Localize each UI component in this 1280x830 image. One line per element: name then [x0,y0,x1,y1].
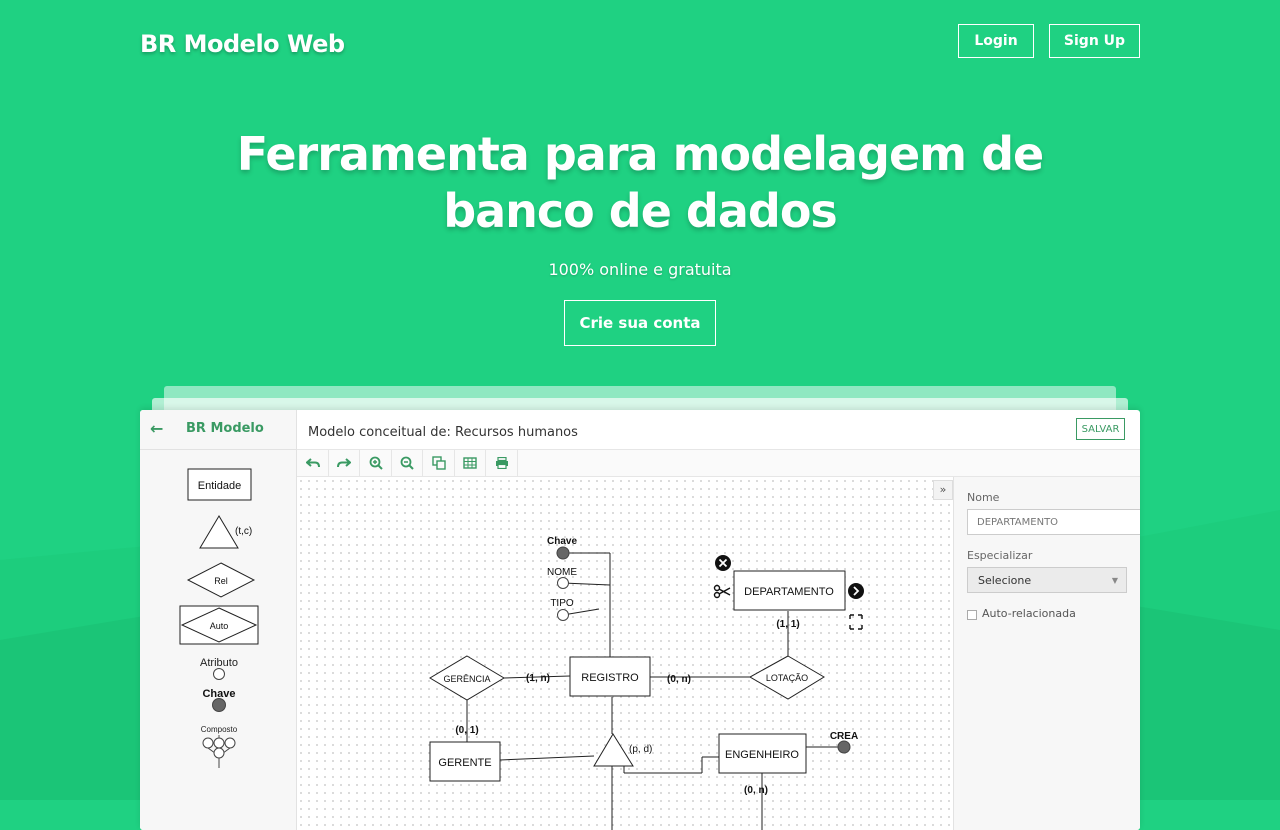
specialize-select-value: Selecione [978,574,1032,587]
zoom-out-icon [400,456,414,470]
save-button[interactable]: SALVAR [1076,418,1125,440]
copy-button[interactable] [423,450,455,476]
palette-relationship[interactable]: Rel [186,562,256,598]
attribute-nome-label: NOME [547,567,577,578]
connect-arrow-icon[interactable] [848,583,864,599]
specialize-label: Especializar [967,549,1033,562]
attribute-tipo-label: TIPO [550,598,574,609]
attribute-crea[interactable]: CREA [830,731,858,754]
diagram-canvas[interactable]: Chave NOME TIPO REGISTRO DEPARTAMENTO GE… [297,477,953,830]
editor-toolbar [297,450,1140,477]
palette-auto-label: Auto [210,621,229,631]
entity-gerente[interactable]: GERENTE [429,741,501,782]
redo-button[interactable] [328,450,360,476]
table-icon [462,457,477,469]
element-palette: Entidade (t,c) Rel Auto Atributo Chave C… [179,468,259,768]
relationship-gerencia-label: GERÊNCIA [443,674,490,684]
attribute-key[interactable]: Chave [547,536,577,560]
relationship-lotacao[interactable]: LOTAÇÃO [748,655,825,700]
scissors-icon[interactable] [713,584,731,599]
print-icon [495,457,508,469]
double-chevron-right-icon: » [939,483,947,496]
entity-gerente-label: GERENTE [438,757,491,769]
print-button[interactable] [486,450,518,476]
chevron-down-icon: ▼ [1111,576,1118,585]
properties-panel: Nome Especializar Selecione ▼ Auto-relac… [953,477,1140,830]
entity-engenheiro[interactable]: ENGENHEIRO [718,733,807,774]
palette-entity-label: Entidade [198,480,241,492]
palette-specialization-label: (t,c) [235,526,252,537]
cardinality-registro-gerencia: (1, n) [526,673,550,684]
relationship-gerencia[interactable]: GERÊNCIA [429,655,505,701]
palette-composite-attribute[interactable]: Composto [201,725,238,768]
cardinality-engenheiro: (0, n) [744,785,768,796]
create-account-button[interactable]: Crie sua conta [564,300,716,346]
hero-title: Ferramenta para modelagem de banco de da… [0,126,1280,240]
specialization-label: (p, d) [629,744,652,755]
entity-registro-label: REGISTRO [581,672,639,684]
undo-button[interactable] [297,450,329,476]
relationship-lotacao-label: LOTAÇÃO [766,673,808,683]
palette-auto-relationship[interactable]: Auto [179,605,259,645]
attribute-key-label: Chave [547,536,577,547]
model-title: Modelo conceitual de: Recursos humanos [308,425,578,440]
entity-departamento[interactable]: DEPARTAMENTO [733,570,846,611]
collapse-panel-button[interactable]: » [933,480,953,500]
cardinality-registro-lotacao: (0, n) [667,674,691,685]
table-button[interactable] [454,450,486,476]
zoom-out-button[interactable] [391,450,423,476]
attribute-tipo[interactable]: TIPO [550,598,574,621]
palette-specialization[interactable]: (t,c) [199,515,252,549]
attribute-nome[interactable]: NOME [547,567,577,589]
self-related-label: Auto-relacionada [982,607,1076,620]
palette-attribute-label: Atributo [200,657,238,669]
attribute-crea-label: CREA [830,731,858,742]
hero-title-line-1: Ferramenta para modelagem de [236,127,1044,181]
palette-composite-label: Composto [201,725,238,734]
cardinality-gerente: (0, 1) [455,725,478,736]
undo-icon [305,458,320,468]
hero-subtitle: 100% online e gratuita [548,260,732,279]
resize-icon[interactable] [849,614,863,630]
palette-entity[interactable]: Entidade [187,468,252,501]
sidebar-header: ← BR Modelo [140,410,296,450]
signup-button[interactable]: Sign Up [1049,24,1140,58]
login-button[interactable]: Login [958,24,1034,58]
entity-registro[interactable]: REGISTRO [569,656,651,697]
hero-title-line-2: banco de dados [443,184,838,238]
specialization-triangle[interactable]: (p, d) [593,733,652,767]
sidebar-title: BR Modelo [186,421,264,436]
redo-icon [336,458,351,468]
app-preview: ← BR Modelo Entidade (t,c) Rel Auto Atri… [140,410,1140,830]
cardinality-departamento: (1, 1) [776,619,799,630]
zoom-in-button[interactable] [360,450,392,476]
copy-icon [431,456,446,470]
palette-relationship-label: Rel [214,576,228,586]
entity-engenheiro-label: ENGENHEIRO [725,749,799,761]
zoom-in-icon [369,456,383,470]
editor-header: Modelo conceitual de: Recursos humanos S… [297,410,1140,450]
brand-logo[interactable]: BR Modelo Web [140,30,345,58]
sidebar: ← BR Modelo Entidade (t,c) Rel Auto Atri… [140,410,297,830]
name-input[interactable] [967,509,1140,535]
er-diagram: Chave NOME TIPO REGISTRO DEPARTAMENTO GE… [429,536,864,830]
back-arrow-icon[interactable]: ← [150,419,163,438]
self-related-checkbox[interactable] [967,610,977,620]
entity-departamento-label: DEPARTAMENTO [744,586,834,598]
palette-attribute[interactable]: Atributo [200,657,238,680]
name-label: Nome [967,491,1000,504]
palette-key-attribute[interactable]: Chave [202,688,236,712]
specialize-select[interactable]: Selecione ▼ [967,567,1127,593]
delete-icon[interactable] [715,555,731,571]
